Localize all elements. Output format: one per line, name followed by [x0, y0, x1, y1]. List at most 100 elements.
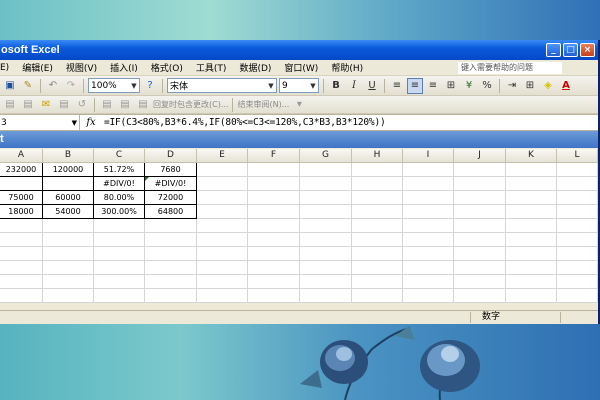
menu-file[interactable]: E): [0, 63, 16, 73]
reviewing-icon[interactable]: ▤: [2, 97, 18, 113]
column-header-i[interactable]: I: [403, 149, 454, 163]
cell-l2[interactable]: [557, 163, 598, 177]
cell-e3[interactable]: [197, 177, 248, 191]
cell-e4[interactable]: [197, 191, 248, 205]
cell-j10[interactable]: [454, 275, 506, 289]
column-header-k[interactable]: K: [506, 149, 557, 163]
cell-d6[interactable]: [145, 219, 197, 233]
cell-b9[interactable]: [43, 261, 94, 275]
cell-k9[interactable]: [506, 261, 557, 275]
cell-k7[interactable]: [506, 233, 557, 247]
italic-button[interactable]: I: [346, 78, 362, 94]
cell-c11[interactable]: [94, 289, 145, 303]
cell-a2[interactable]: 232000: [0, 163, 43, 177]
cell-e10[interactable]: [197, 275, 248, 289]
cell-j7[interactable]: [454, 233, 506, 247]
end-review-button[interactable]: 结束审阅(N)...: [237, 99, 289, 110]
cell-c3[interactable]: #DIV/0!: [94, 177, 145, 191]
formula-input[interactable]: =IF(C3<80%,B3*6.4%,IF(80%<=C3<=120%,C3*B…: [102, 117, 386, 128]
cell-b10[interactable]: [43, 275, 94, 289]
cell-h2[interactable]: [352, 163, 403, 177]
column-header-a[interactable]: A: [0, 149, 43, 163]
cell-e2[interactable]: [197, 163, 248, 177]
reviewing-icon[interactable]: ▤: [117, 97, 133, 113]
cell-f2[interactable]: [248, 163, 300, 177]
name-box[interactable]: 3 ▼: [0, 115, 80, 130]
reviewing-icon[interactable]: ▤: [135, 97, 151, 113]
cell-f9[interactable]: [248, 261, 300, 275]
cell-h3[interactable]: [352, 177, 403, 191]
align-right-icon[interactable]: ≡: [425, 78, 441, 94]
cell-g4[interactable]: [300, 191, 352, 205]
cell-j9[interactable]: [454, 261, 506, 275]
cell-l3[interactable]: [557, 177, 598, 191]
align-left-icon[interactable]: ≡: [389, 78, 405, 94]
font-name-select[interactable]: 宋体 ▼: [167, 78, 277, 93]
column-header-f[interactable]: F: [248, 149, 300, 163]
cell-l11[interactable]: [557, 289, 598, 303]
cell-g7[interactable]: [300, 233, 352, 247]
cell-d10[interactable]: [145, 275, 197, 289]
cell-d3[interactable]: #DIV/0!: [145, 177, 197, 191]
cell-k10[interactable]: [506, 275, 557, 289]
bold-button[interactable]: B: [328, 78, 344, 94]
align-center-icon[interactable]: ≡: [407, 77, 423, 94]
cell-g2[interactable]: [300, 163, 352, 177]
cell-g9[interactable]: [300, 261, 352, 275]
currency-icon[interactable]: ¥: [461, 78, 477, 94]
cell-e9[interactable]: [197, 261, 248, 275]
reply-with-changes-button[interactable]: 回复时包含更改(C)...: [153, 99, 228, 110]
maximize-button[interactable]: □: [563, 43, 578, 57]
cell-h7[interactable]: [352, 233, 403, 247]
cell-i5[interactable]: [403, 205, 454, 219]
cell-a4[interactable]: 75000: [0, 191, 43, 205]
cell-h4[interactable]: [352, 191, 403, 205]
percent-button[interactable]: %: [479, 78, 495, 94]
cell-e11[interactable]: [197, 289, 248, 303]
cell-j3[interactable]: [454, 177, 506, 191]
cell-h8[interactable]: [352, 247, 403, 261]
minimize-button[interactable]: _: [546, 43, 561, 57]
cell-j5[interactable]: [454, 205, 506, 219]
menu-data[interactable]: 数据(D): [233, 61, 278, 74]
cell-j2[interactable]: [454, 163, 506, 177]
cell-g8[interactable]: [300, 247, 352, 261]
cell-c6[interactable]: [94, 219, 145, 233]
menu-insert[interactable]: 插入(I): [104, 61, 145, 74]
fill-color-icon[interactable]: ◈: [540, 78, 556, 94]
cell-i4[interactable]: [403, 191, 454, 205]
cell-i6[interactable]: [403, 219, 454, 233]
cell-d2[interactable]: 7680: [145, 163, 197, 177]
help-icon[interactable]: ?: [142, 78, 158, 94]
cell-b5[interactable]: 54000: [43, 205, 94, 219]
cell-g10[interactable]: [300, 275, 352, 289]
column-header-h[interactable]: H: [352, 149, 403, 163]
underline-button[interactable]: U: [364, 78, 380, 94]
column-header-c[interactable]: C: [94, 149, 145, 163]
menu-window[interactable]: 窗口(W): [278, 61, 325, 74]
cell-e8[interactable]: [197, 247, 248, 261]
cell-k3[interactable]: [506, 177, 557, 191]
format-painter-icon[interactable]: ✎: [20, 78, 36, 94]
cell-g3[interactable]: [300, 177, 352, 191]
cell-g6[interactable]: [300, 219, 352, 233]
reviewing-icon[interactable]: ▤: [99, 97, 115, 113]
cell-l5[interactable]: [557, 205, 598, 219]
cell-f3[interactable]: [248, 177, 300, 191]
menu-tools[interactable]: 工具(T): [190, 61, 234, 74]
menu-edit[interactable]: 编辑(E): [16, 61, 60, 74]
cell-k5[interactable]: [506, 205, 557, 219]
cell-a9[interactable]: [0, 261, 43, 275]
cell-j4[interactable]: [454, 191, 506, 205]
cell-j11[interactable]: [454, 289, 506, 303]
cell-k6[interactable]: [506, 219, 557, 233]
cell-l9[interactable]: [557, 261, 598, 275]
comment-icon[interactable]: ✉: [38, 97, 54, 113]
cell-k4[interactable]: [506, 191, 557, 205]
cell-i9[interactable]: [403, 261, 454, 275]
cell-b2[interactable]: 120000: [43, 163, 94, 177]
cell-i8[interactable]: [403, 247, 454, 261]
cell-f7[interactable]: [248, 233, 300, 247]
cell-a6[interactable]: [0, 219, 43, 233]
cell-g11[interactable]: [300, 289, 352, 303]
